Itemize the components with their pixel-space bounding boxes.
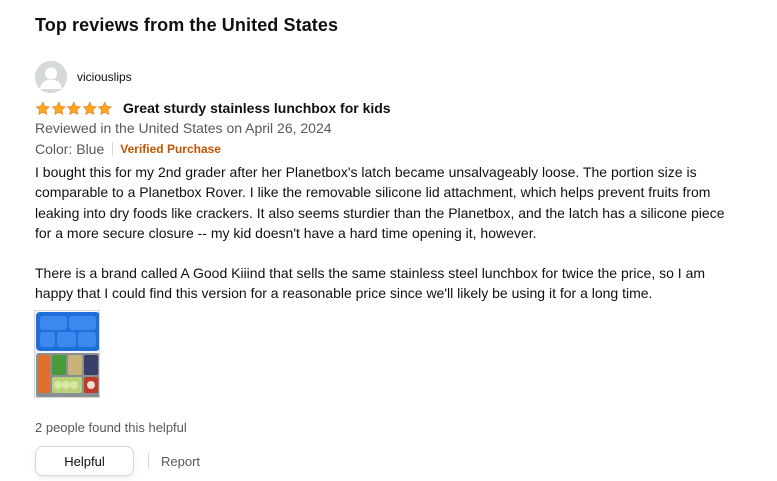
verified-purchase-badge: Verified Purchase (120, 142, 221, 156)
star-icon (35, 100, 50, 115)
review-image-thumbnail[interactable] (34, 310, 100, 398)
review-body: I bought this for my 2nd grader after he… (35, 162, 735, 304)
star-icon (51, 100, 66, 115)
review-title-row: Great sturdy stainless lunchbox for kids (35, 98, 391, 118)
section-heading: Top reviews from the United States (35, 15, 339, 35)
review-actions: Helpful Report (35, 446, 200, 476)
review-page: Top reviews from the United States vicio… (0, 0, 777, 481)
star-icon (66, 100, 82, 115)
star-rating[interactable] (35, 100, 113, 116)
helpful-count: 2 people found this helpful (35, 420, 187, 435)
reviewer-name[interactable]: viciouslips (77, 70, 132, 84)
review-body-paragraph: I bought this for my 2nd grader after he… (35, 164, 725, 241)
divider (148, 453, 149, 469)
star-icon (82, 100, 97, 115)
review-variant-row: Color: Blue Verified Purchase (35, 140, 221, 158)
user-avatar-icon[interactable] (35, 61, 67, 93)
report-link[interactable]: Report (161, 454, 200, 469)
review-body-paragraph: There is a brand called A Good Kiiind th… (35, 265, 706, 302)
divider (112, 142, 114, 156)
review-title[interactable]: Great sturdy stainless lunchbox for kids (123, 100, 391, 116)
reviewer-profile[interactable]: viciouslips (35, 61, 132, 93)
product-variant[interactable]: Color: Blue (35, 141, 104, 157)
helpful-button[interactable]: Helpful (35, 446, 134, 476)
review-date: Reviewed in the United States on April 2… (35, 120, 332, 136)
star-icon (98, 100, 113, 115)
